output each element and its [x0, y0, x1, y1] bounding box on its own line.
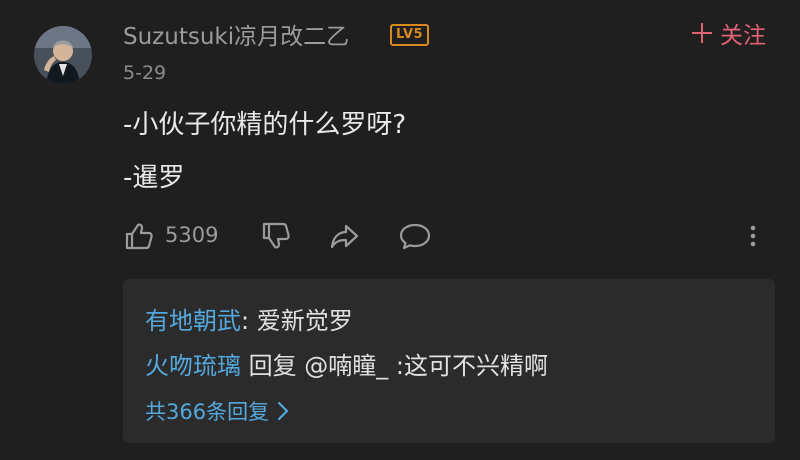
reply-verb: 回复 [241, 352, 305, 380]
reply-item[interactable]: 有地朝武: 爱新觉罗 [145, 301, 353, 336]
reply-item[interactable]: 火吻琉璃 回复 @喃瞳_ :这可不兴精啊 [145, 346, 548, 381]
comment-text-line-2: -暹罗 [123, 163, 185, 193]
like-button[interactable] [123, 216, 155, 256]
reply-mention[interactable]: @喃瞳_ [304, 352, 388, 380]
view-all-replies-link[interactable]: 共366条回复 [145, 396, 289, 426]
view-all-replies-label: 共366条回复 [145, 400, 270, 424]
post-date: 5-29 [123, 62, 167, 84]
plus-icon [692, 23, 712, 43]
comment-bubble-icon [399, 223, 431, 250]
avatar-portrait [34, 26, 92, 84]
reply-separator: : [241, 307, 257, 335]
reply-preview-panel[interactable]: 有地朝武: 爱新觉罗 火吻琉璃 回复 @喃瞳_ :这可不兴精啊 共366条回复 [123, 279, 775, 443]
reply-author[interactable]: 火吻琉璃 [145, 352, 241, 380]
reply-text: :这可不兴精啊 [388, 352, 548, 380]
comment-actions: 5309 [123, 216, 773, 256]
share-button[interactable] [328, 216, 360, 256]
user-avatar[interactable] [34, 26, 92, 84]
dislike-button[interactable] [260, 216, 292, 256]
share-arrow-icon [330, 224, 359, 249]
username[interactable]: Suzutsuki凉月改二乙 [123, 17, 349, 51]
comment-button[interactable] [398, 216, 432, 256]
comment-text-line-1: -小伙子你精的什么罗呀? [123, 110, 407, 140]
reply-author[interactable]: 有地朝武 [145, 307, 241, 335]
more-vertical-icon [750, 225, 756, 247]
thumbs-up-icon [125, 223, 153, 250]
follow-label: 关注 [720, 23, 766, 49]
thumbs-down-icon [262, 222, 290, 249]
chevron-right-icon [277, 401, 289, 421]
level-badge: LV5 [390, 24, 430, 46]
more-options-button[interactable] [745, 216, 761, 256]
follow-button[interactable]: 关注 [692, 17, 766, 49]
reply-text: 爱新觉罗 [256, 307, 353, 335]
like-count: 5309 [165, 223, 219, 247]
